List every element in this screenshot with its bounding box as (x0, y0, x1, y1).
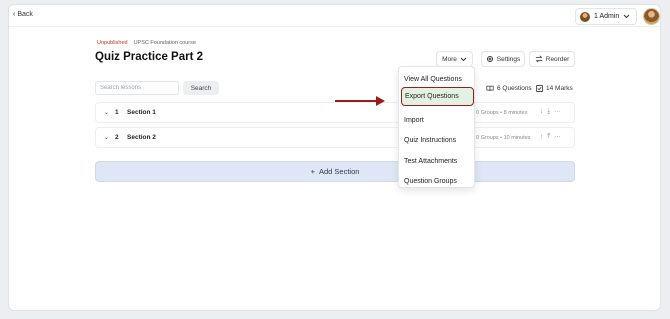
arrow-up-icon[interactable]: ↑ (540, 133, 543, 141)
gear-icon (486, 55, 493, 63)
section-row[interactable]: ⌄ 2 Section 2 0 Groups • 10 minutes ↑ ⤒ … (95, 127, 575, 148)
back-link[interactable]: ‹ Back (13, 11, 33, 18)
plus-icon: + (310, 167, 315, 176)
marks-count: 14 Marks (536, 85, 573, 92)
more-dropdown-menu: View All Questions Export Questions Impo… (398, 66, 475, 188)
add-section-label: Add Section (318, 167, 360, 176)
more-label: More (442, 55, 457, 63)
search-input[interactable] (95, 81, 179, 95)
section-number: 2 (115, 134, 119, 141)
menu-item-export-questions[interactable]: Export Questions (401, 87, 474, 106)
section-name: Section 2 (127, 134, 156, 141)
arrow-down-icon[interactable]: ↓ (540, 108, 543, 116)
more-dots-icon[interactable]: ··· (554, 133, 561, 141)
marks-label: 14 Marks (546, 85, 573, 92)
add-section-button[interactable]: + Add Section (95, 161, 575, 182)
chevron-down-icon (623, 14, 630, 19)
check-square-icon (536, 85, 543, 92)
section-meta: 0 Groups • 10 minutes (476, 135, 531, 141)
reorder-icon (535, 55, 543, 63)
top-bar: ‹ Back 1 Admin (9, 5, 660, 27)
book-icon (486, 85, 494, 91)
section-number: 1 (115, 109, 119, 116)
section-actions: ↑ ⤒ ··· (540, 133, 561, 141)
chevron-down-icon[interactable]: ⌄ (104, 134, 109, 141)
breadcrumb: Unpublished UPSC Foundation course (97, 40, 196, 46)
app-window: ‹ Back 1 Admin Unpublished UPSC Foundati… (8, 4, 661, 311)
questions-label: 6 Questions (497, 85, 532, 92)
page-title: Quiz Practice Part 2 (95, 51, 204, 63)
search-button[interactable]: Search (183, 81, 219, 95)
reorder-button[interactable]: Reorder (529, 51, 575, 67)
menu-item-test-attachments[interactable]: Test Attachments (404, 158, 457, 165)
settings-button[interactable]: Settings (481, 51, 525, 67)
arrow-down-icon[interactable]: ⤓ (547, 108, 550, 116)
more-button[interactable]: More (436, 51, 473, 67)
section-actions: ↓ ⤓ ··· (540, 108, 561, 116)
menu-item-question-groups[interactable]: Question Groups (404, 178, 457, 185)
pointer-arrow-icon (335, 96, 385, 106)
menu-item-view-all-questions[interactable]: View All Questions (404, 76, 462, 83)
settings-label: Settings (496, 55, 521, 63)
back-label: Back (17, 11, 33, 18)
admin-label: 1 Admin (594, 13, 620, 20)
chevron-down-icon[interactable]: ⌄ (104, 109, 109, 116)
chevron-down-icon (460, 57, 467, 61)
questions-count: 6 Questions (486, 85, 532, 92)
section-meta: 0 Groups • 8 minutes (476, 110, 528, 116)
chevron-left-icon: ‹ (13, 11, 16, 18)
more-dots-icon[interactable]: ··· (554, 108, 561, 116)
menu-item-quiz-instructions[interactable]: Quiz Instructions (404, 137, 456, 144)
avatar (580, 11, 590, 22)
profile-avatar[interactable] (643, 8, 660, 25)
breadcrumb-course[interactable]: UPSC Foundation course (134, 40, 196, 46)
status-badge: Unpublished (97, 40, 128, 46)
menu-item-import[interactable]: Import (404, 117, 424, 124)
admin-menu-button[interactable]: 1 Admin (575, 8, 637, 25)
reorder-label: Reorder (545, 55, 570, 63)
arrow-up-icon[interactable]: ⤒ (547, 133, 550, 141)
section-name: Section 1 (127, 109, 156, 116)
